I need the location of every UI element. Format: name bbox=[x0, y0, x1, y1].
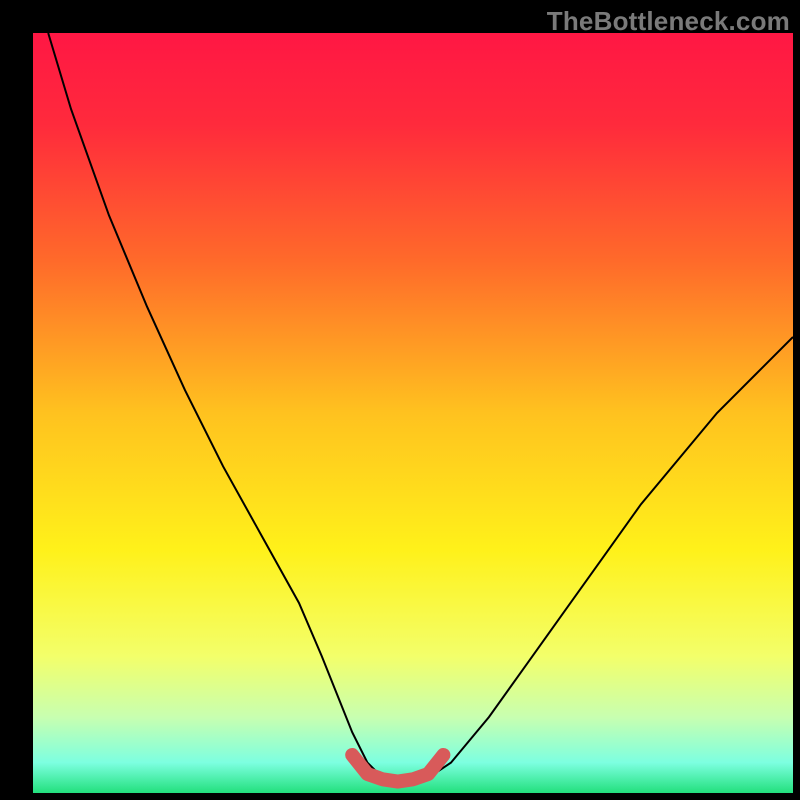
chart-frame: TheBottleneck.com bbox=[0, 0, 800, 800]
watermark-text: TheBottleneck.com bbox=[547, 6, 790, 37]
bottleneck-chart bbox=[33, 33, 793, 793]
gradient-background bbox=[33, 33, 793, 793]
chart-plot-area bbox=[33, 33, 793, 793]
